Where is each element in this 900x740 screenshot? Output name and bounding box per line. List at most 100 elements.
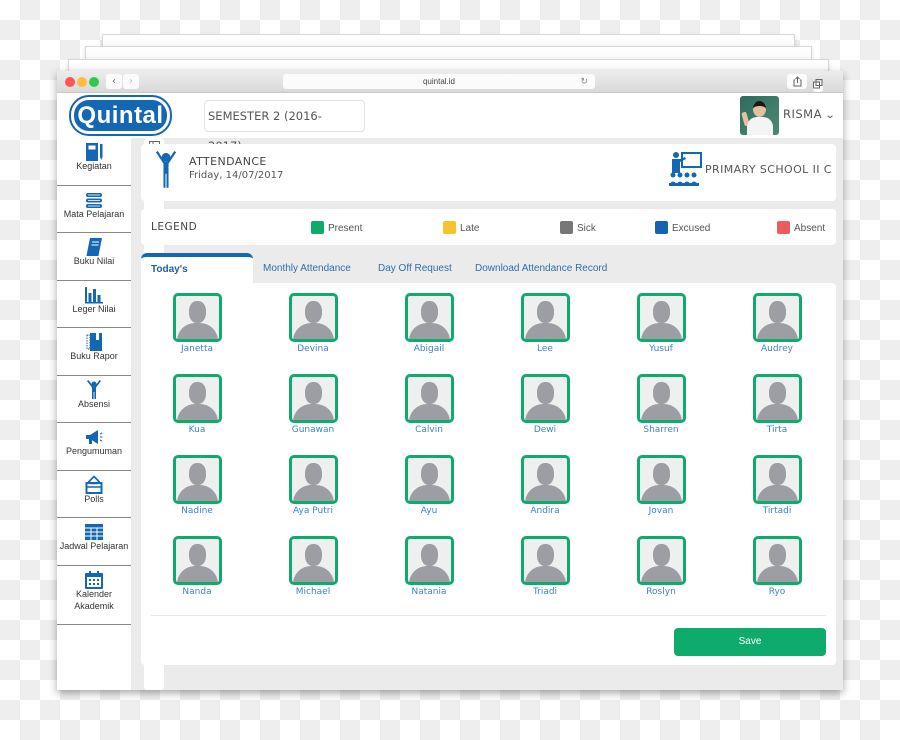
tab-download-attendance-record[interactable]: Download Attendance Record (465, 253, 617, 283)
student-tile[interactable]: Gunawan (268, 374, 358, 435)
student-name[interactable]: Tirta (732, 425, 822, 435)
student-name[interactable]: Triadi (500, 587, 590, 597)
student-name[interactable]: Kua (152, 425, 242, 435)
user-menu[interactable]: RISMA ⌄ (783, 107, 836, 121)
sidebar-item-polls[interactable]: Polls (57, 471, 131, 518)
back-button[interactable]: ‹ (106, 74, 122, 89)
student-name[interactable]: Audrey (732, 344, 822, 354)
student-tile[interactable]: Andira (500, 455, 590, 516)
student-photo[interactable] (172, 455, 222, 504)
student-name[interactable]: Nadine (152, 506, 242, 516)
tab-monthly-attendance[interactable]: Monthly Attendance (253, 253, 361, 283)
minimize-window-button[interactable] (77, 77, 87, 87)
student-name[interactable]: Jovan (616, 506, 706, 516)
student-photo[interactable] (636, 536, 686, 585)
student-photo[interactable] (404, 536, 454, 585)
student-tile[interactable]: Nadine (152, 455, 242, 516)
student-tile[interactable]: Kua (152, 374, 242, 435)
student-name[interactable]: Calvin (384, 425, 474, 435)
student-photo[interactable] (636, 293, 686, 342)
tab-todays-attendance[interactable]: Today's Attendance (141, 253, 253, 301)
student-photo[interactable] (520, 455, 570, 504)
student-photo[interactable] (752, 374, 802, 423)
student-photo[interactable] (288, 455, 338, 504)
student-name[interactable]: Lee (500, 344, 590, 354)
student-tile[interactable]: Roslyn (616, 536, 706, 597)
student-tile[interactable]: Aya Putri (268, 455, 358, 516)
student-tile[interactable]: Sharren (616, 374, 706, 435)
student-tile[interactable]: Devina (268, 293, 358, 354)
student-photo[interactable] (172, 374, 222, 423)
user-avatar[interactable] (740, 96, 779, 135)
reload-icon[interactable]: ↻ (580, 74, 588, 89)
student-tile[interactable]: Triadi (500, 536, 590, 597)
student-photo[interactable] (172, 536, 222, 585)
save-button[interactable]: Save (674, 628, 826, 656)
sidebar-item-kalender-akademik[interactable]: Kalender Akademik (57, 566, 131, 625)
sidebar-item-leger-nilai[interactable]: Leger Nilai (57, 281, 131, 328)
sidebar-item-kegiatan[interactable]: Kegiatan (57, 138, 131, 186)
student-name[interactable]: Devina (268, 344, 358, 354)
student-photo[interactable] (636, 374, 686, 423)
student-name[interactable]: Natania (384, 587, 474, 597)
sidebar-item-mata-pelajaran[interactable]: Mata Pelajaran (57, 186, 131, 233)
student-name[interactable]: Janetta (152, 344, 242, 354)
student-tile[interactable]: Tirtadi (732, 455, 822, 516)
student-tile[interactable]: Tirta (732, 374, 822, 435)
student-name[interactable]: Gunawan (268, 425, 358, 435)
student-tile[interactable]: Yusuf (616, 293, 706, 354)
student-name[interactable]: Abigail (384, 344, 474, 354)
share-button[interactable] (787, 74, 807, 89)
student-tile[interactable]: Ayu (384, 455, 474, 516)
student-tile[interactable]: Calvin (384, 374, 474, 435)
student-photo[interactable] (404, 374, 454, 423)
student-name[interactable]: Aya Putri (268, 506, 358, 516)
student-name[interactable]: Nanda (152, 587, 242, 597)
address-bar[interactable]: quintal.id ↻ (283, 74, 595, 89)
forward-button[interactable]: › (123, 74, 139, 89)
sidebar-item-pengumuman[interactable]: Pengumuman (57, 423, 131, 471)
student-tile[interactable]: Jovan (616, 455, 706, 516)
student-photo[interactable] (752, 293, 802, 342)
student-name[interactable]: Roslyn (616, 587, 706, 597)
student-photo[interactable] (520, 536, 570, 585)
sidebar-item-jadwal-pelajaran[interactable]: Jadwal Pelajaran (57, 518, 131, 566)
student-tile[interactable]: Ryo (732, 536, 822, 597)
sidebar-item-absensi[interactable]: Absensi (57, 376, 131, 423)
student-photo[interactable] (404, 455, 454, 504)
student-photo[interactable] (404, 293, 454, 342)
student-name[interactable]: Yusuf (616, 344, 706, 354)
student-name[interactable]: Tirtadi (732, 506, 822, 516)
student-name[interactable]: Sharren (616, 425, 706, 435)
semester-select[interactable]: SEMESTER 2 (2016-2017)▼ (204, 100, 365, 153)
student-tile[interactable]: Lee (500, 293, 590, 354)
student-tile[interactable]: Nanda (152, 536, 242, 597)
student-name[interactable]: Ayu (384, 506, 474, 516)
student-tile[interactable]: Dewi (500, 374, 590, 435)
student-tile[interactable]: Natania (384, 536, 474, 597)
student-tile[interactable]: Abigail (384, 293, 474, 354)
student-photo[interactable] (288, 374, 338, 423)
student-photo[interactable] (288, 293, 338, 342)
student-photo[interactable] (520, 374, 570, 423)
student-name[interactable]: Andira (500, 506, 590, 516)
student-tile[interactable]: Audrey (732, 293, 822, 354)
student-photo[interactable] (636, 455, 686, 504)
student-photo[interactable] (752, 536, 802, 585)
student-photo[interactable] (288, 536, 338, 585)
sidebar-item-buku-nilai[interactable]: Buku Nilai (57, 233, 131, 281)
sidebar-item-buku-rapor[interactable]: Buku Rapor (57, 328, 131, 376)
quintal-logo[interactable]: Quintal (69, 95, 172, 136)
student-name[interactable]: Ryo (732, 587, 822, 597)
show-tabs-button[interactable] (813, 79, 823, 92)
student-tile[interactable]: Janetta (152, 293, 242, 354)
student-photo[interactable] (752, 455, 802, 504)
close-window-button[interactable] (65, 77, 75, 87)
student-name[interactable]: Dewi (500, 425, 590, 435)
tab-day-off-request[interactable]: Day Off Request (368, 253, 462, 283)
maximize-window-button[interactable] (89, 77, 99, 87)
student-name[interactable]: Michael (268, 587, 358, 597)
student-tile[interactable]: Michael (268, 536, 358, 597)
student-photo[interactable] (520, 293, 570, 342)
student-photo[interactable] (172, 293, 222, 342)
